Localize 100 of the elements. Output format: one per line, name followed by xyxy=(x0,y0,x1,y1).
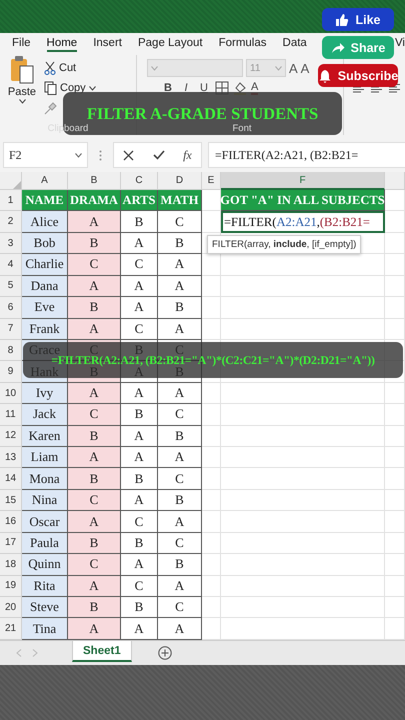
row-header[interactable]: 6 xyxy=(0,297,22,319)
ribbon-tab[interactable]: Vi xyxy=(394,37,405,52)
table-cell: Steve xyxy=(22,597,68,618)
row-header[interactable]: 15 xyxy=(0,490,22,512)
subscribe-button[interactable]: Subscribe xyxy=(318,64,398,87)
grip-icon[interactable] xyxy=(99,150,102,160)
row-header[interactable]: 14 xyxy=(0,468,22,490)
row-header[interactable]: 21 xyxy=(0,618,22,640)
row-header[interactable]: 16 xyxy=(0,511,22,533)
column-title: NAME xyxy=(22,190,68,212)
table-cell: B xyxy=(158,232,202,254)
like-button[interactable]: Like xyxy=(322,8,394,31)
shrink-font-button[interactable]: A xyxy=(300,60,310,76)
ribbon-tab[interactable]: Page Layout xyxy=(138,37,203,52)
table-cell: A xyxy=(158,511,202,533)
table-cell: Alice xyxy=(22,211,68,233)
table-cell: A xyxy=(158,382,202,404)
bell-icon xyxy=(318,68,332,82)
ribbon-tab[interactable]: Insert xyxy=(93,37,122,52)
table-cell: Dana xyxy=(22,276,68,298)
ribbon-tab[interactable]: File xyxy=(12,37,31,52)
table-cell: C xyxy=(158,404,202,426)
table-cell: A xyxy=(121,297,158,319)
table-cell: A xyxy=(68,318,121,340)
column-header[interactable]: B xyxy=(68,172,121,190)
ribbon-tab[interactable]: Data xyxy=(282,37,307,52)
caret-icon xyxy=(75,152,82,158)
row-header[interactable]: 5 xyxy=(0,276,22,298)
row-header[interactable]: 1 xyxy=(0,190,22,212)
grow-font-button[interactable]: A xyxy=(289,60,298,76)
font-name-field[interactable] xyxy=(147,59,243,77)
ribbon-tab[interactable]: Home xyxy=(46,37,78,52)
column-title: MATH xyxy=(158,190,202,212)
column-header[interactable]: A xyxy=(22,172,68,190)
sheet-tab[interactable]: Sheet1 xyxy=(72,640,132,662)
italic-button[interactable]: I xyxy=(179,82,193,94)
group-label: Font xyxy=(231,123,252,135)
row-header[interactable]: 3 xyxy=(0,232,22,254)
cancel-icon[interactable] xyxy=(123,150,134,160)
cut-button[interactable]: Cut xyxy=(59,62,76,74)
column-header[interactable]: F xyxy=(221,172,385,190)
table-cell: B xyxy=(68,597,121,618)
row-header[interactable]: 17 xyxy=(0,532,22,554)
copy-icon[interactable] xyxy=(44,81,57,95)
table-cell: A xyxy=(121,554,158,576)
row-header[interactable]: 7 xyxy=(0,318,22,340)
table-cell: A xyxy=(158,576,202,598)
cell-editor[interactable]: =FILTER(A2:A21,(B2:B21= xyxy=(221,211,385,233)
table-cell: B xyxy=(68,297,121,319)
table-cell: C xyxy=(68,490,121,512)
table-cell: A xyxy=(158,447,202,468)
name-box[interactable]: F2 xyxy=(3,142,88,168)
table-cell: Mona xyxy=(22,468,68,490)
table-cell: C xyxy=(158,597,202,618)
row-header[interactable]: 11 xyxy=(0,404,22,426)
paste-icon[interactable] xyxy=(9,55,35,85)
caret-icon[interactable] xyxy=(18,99,26,104)
table-cell: C xyxy=(158,468,202,490)
table-cell: B xyxy=(121,597,158,618)
row-header[interactable]: 20 xyxy=(0,597,22,618)
add-sheet-icon[interactable] xyxy=(158,646,172,660)
copy-button[interactable]: Copy xyxy=(60,82,86,94)
underline-button[interactable]: U xyxy=(197,82,211,94)
row-header[interactable]: 2 xyxy=(0,211,22,233)
table-cell: Quinn xyxy=(22,554,68,576)
table-cell: A xyxy=(68,382,121,404)
scissors-icon[interactable] xyxy=(44,61,56,75)
row-header[interactable]: 8 xyxy=(0,340,22,362)
table-cell: A xyxy=(121,447,158,468)
insert-function-button[interactable]: fx xyxy=(183,148,192,162)
ribbon-tab[interactable]: Formulas xyxy=(218,37,267,52)
arrow-icon xyxy=(330,40,345,54)
table-cell: Bob xyxy=(22,232,68,254)
row-header[interactable]: 13 xyxy=(0,447,22,468)
table-cell: Rita xyxy=(22,576,68,598)
column-header[interactable]: D xyxy=(158,172,202,190)
caret-icon[interactable] xyxy=(88,86,96,90)
row-header[interactable]: 4 xyxy=(0,254,22,276)
paste-button[interactable]: Paste xyxy=(8,86,36,98)
column-header[interactable]: C xyxy=(121,172,158,190)
column-header[interactable]: E xyxy=(202,172,221,190)
row-header[interactable]: 10 xyxy=(0,382,22,404)
table-cell: B xyxy=(121,211,158,233)
bold-button[interactable]: B xyxy=(161,82,175,94)
check-icon[interactable] xyxy=(152,150,165,160)
table-cell: C xyxy=(121,576,158,598)
row-header[interactable]: 12 xyxy=(0,426,22,448)
table-cell: C xyxy=(121,254,158,276)
function-tooltip: FILTER(array, include, [if_empty]) xyxy=(207,235,362,254)
table-cell: C xyxy=(68,254,121,276)
formula-input[interactable]: =FILTER(A2:A21, (B2:B21= xyxy=(208,142,405,168)
brush-icon[interactable] xyxy=(44,102,57,114)
column-title: DRAMA xyxy=(68,190,121,212)
table-cell: Oscar xyxy=(22,511,68,533)
row-header[interactable]: 9 xyxy=(0,361,22,383)
row-header[interactable]: 18 xyxy=(0,554,22,576)
table-cell: B xyxy=(121,404,158,426)
table-cell: B xyxy=(121,468,158,490)
table-cell: Tina xyxy=(22,618,68,640)
row-header[interactable]: 19 xyxy=(0,576,22,598)
